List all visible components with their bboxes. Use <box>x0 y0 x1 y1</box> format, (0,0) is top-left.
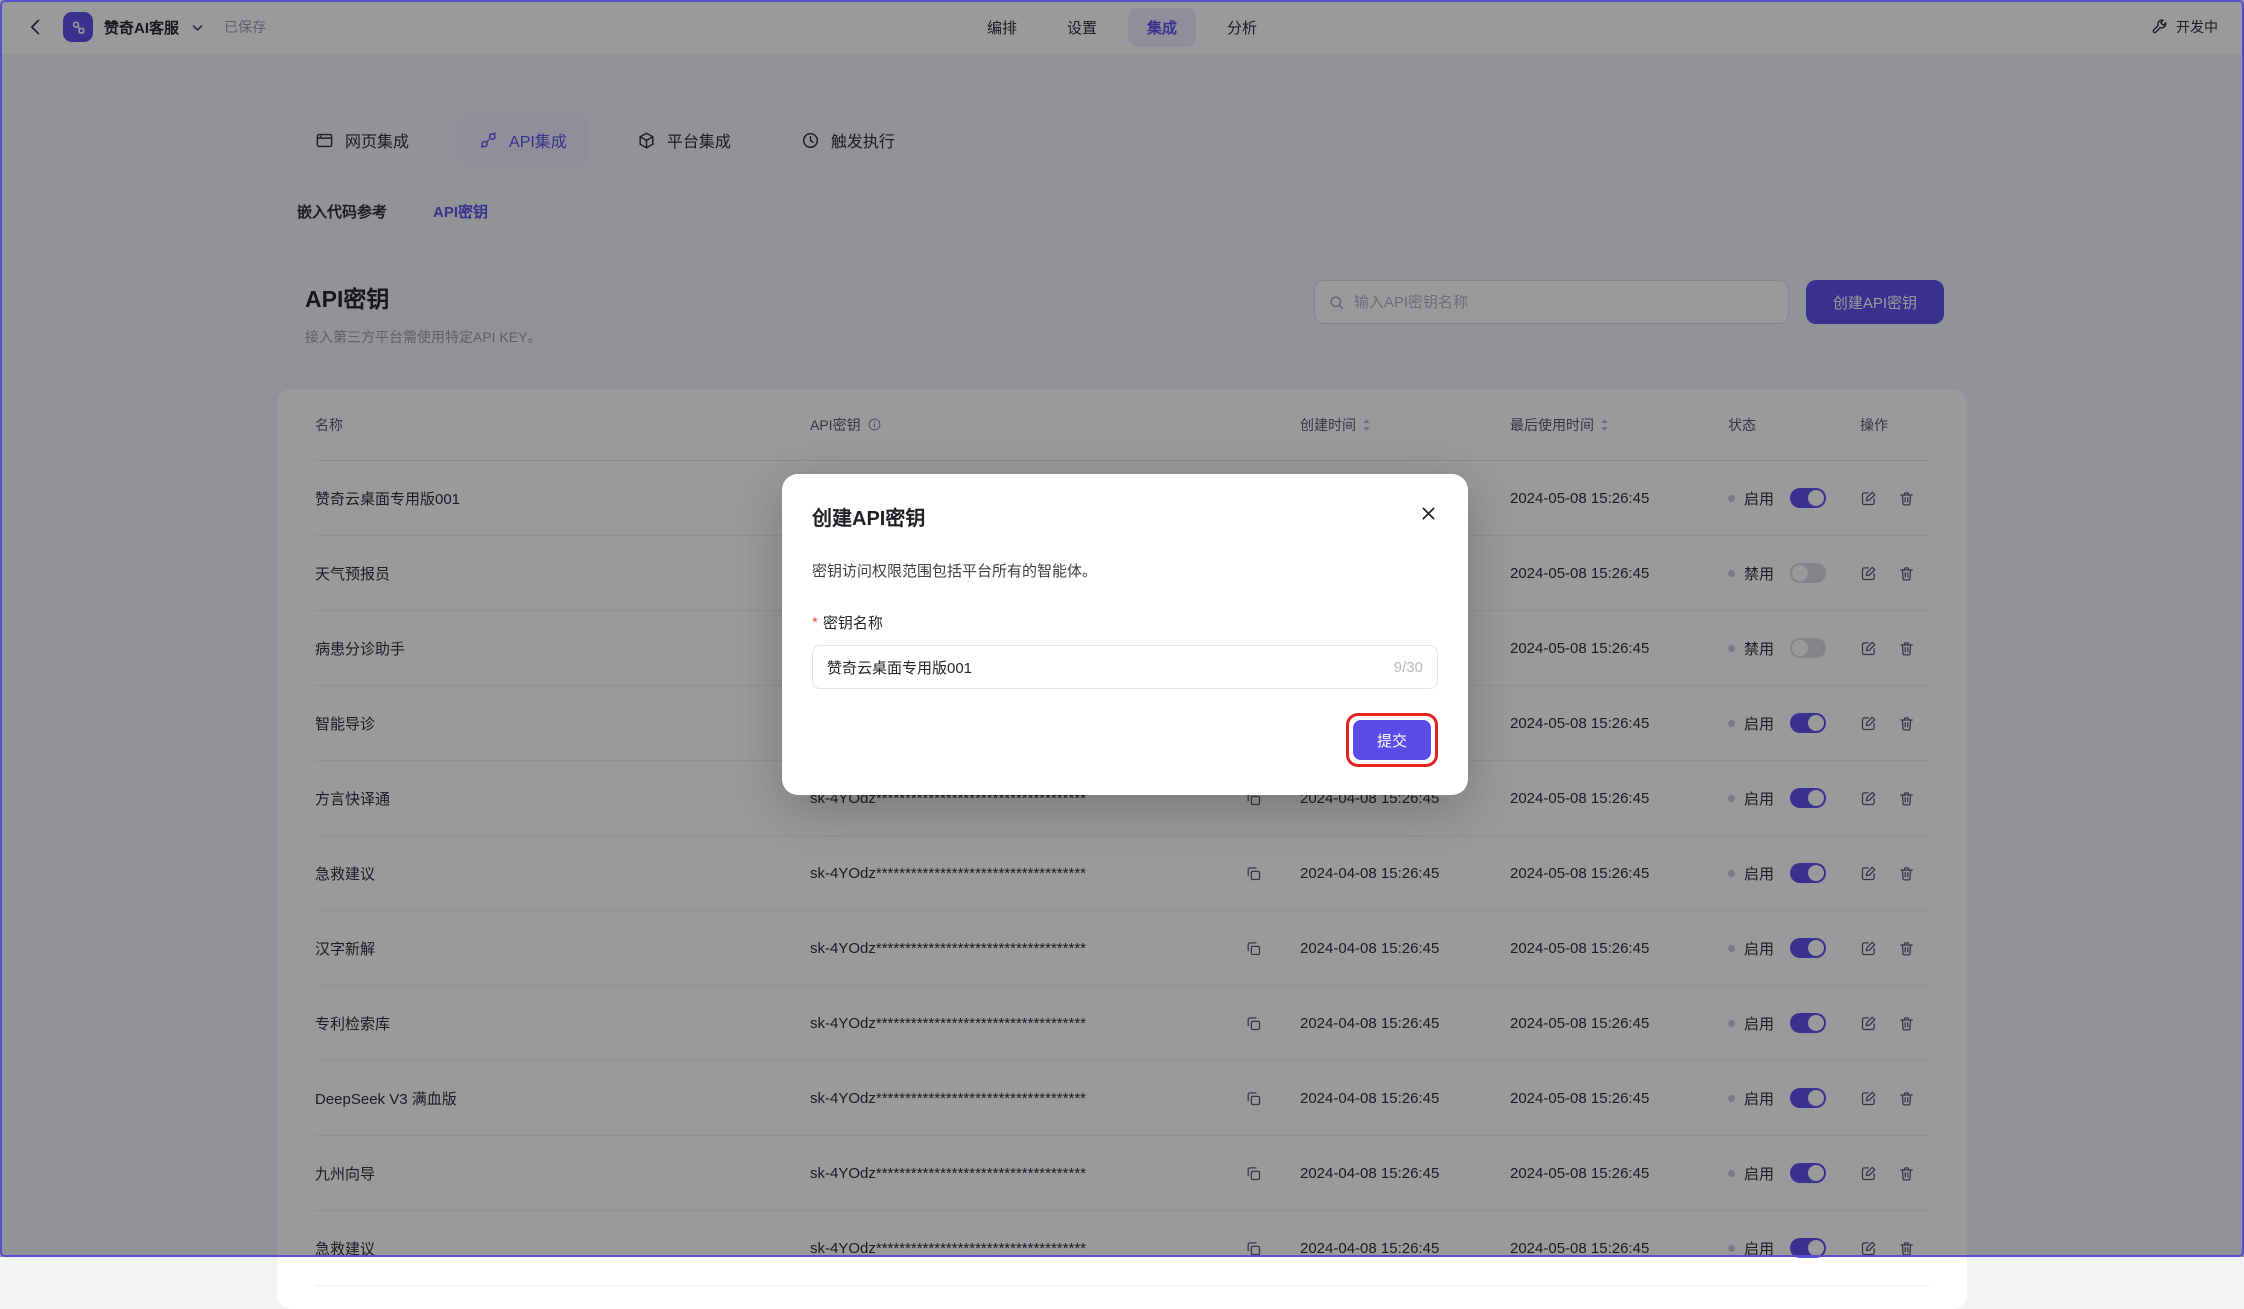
key-name-label: * 密钥名称 <box>812 612 1438 633</box>
key-name-input[interactable] <box>827 659 1394 676</box>
key-name-field: 9/30 <box>812 645 1438 689</box>
modal-header: 创建API密钥 <box>812 502 1438 531</box>
required-mark: * <box>812 614 818 631</box>
click-annotation-ring: 提交 <box>1346 713 1438 767</box>
submit-button[interactable]: 提交 <box>1353 720 1431 760</box>
create-api-key-modal: 创建API密钥 密钥访问权限范围包括平台所有的智能体。 * 密钥名称 9/30 … <box>782 474 1468 795</box>
char-counter: 9/30 <box>1394 659 1423 676</box>
modal-footer: 提交 <box>812 713 1438 767</box>
close-icon[interactable] <box>1419 502 1438 523</box>
modal-description: 密钥访问权限范围包括平台所有的智能体。 <box>812 560 1438 581</box>
modal-title: 创建API密钥 <box>812 502 925 531</box>
